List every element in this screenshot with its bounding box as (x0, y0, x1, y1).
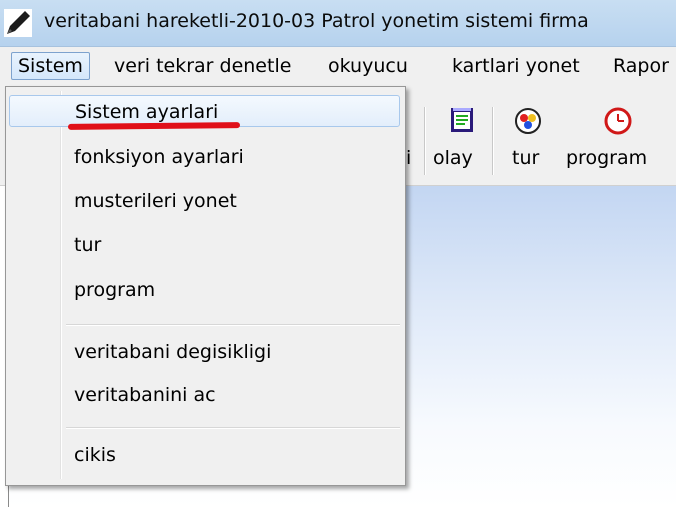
menu-kartlari-yonet[interactable]: kartlari yonet (446, 53, 586, 79)
menu-item-label: veritabanini ac (74, 384, 216, 406)
toolbar-separator (492, 107, 494, 175)
menu-rapor[interactable]: Rapor (607, 53, 675, 79)
toolbar-label-partial[interactable]: i (406, 147, 411, 169)
menu-separator (66, 324, 400, 326)
tur-button[interactable] (505, 107, 545, 140)
menu-item-label: cikis (74, 444, 116, 466)
notepad-icon (450, 108, 473, 132)
olay-button[interactable] (433, 107, 479, 138)
menu-bar: Sistem veri tekrar denetle okuyucu kartl… (0, 47, 676, 85)
menu-okuyucu[interactable]: okuyucu (322, 53, 414, 79)
menu-item-fonksiyon-ayarlari[interactable]: fonksiyon ayarlari (9, 141, 400, 173)
menu-item-musterileri-yonet[interactable]: musterileri yonet (9, 185, 400, 217)
menu-separator (66, 427, 400, 429)
sistem-dropdown-menu: Sistem ayarlari fonksiyon ayarlari muste… (5, 86, 406, 486)
clock-icon (604, 107, 631, 135)
toolbar-separator (424, 107, 426, 175)
menu-item-tur[interactable]: tur (9, 229, 400, 261)
title-bar: veritabani hareketli-2010-03 Patrol yone… (0, 0, 676, 47)
menu-veri-tekrar-denetle[interactable]: veri tekrar denetle (108, 53, 297, 79)
menu-sistem[interactable]: Sistem (11, 52, 90, 80)
window-title: veritabani hareketli-2010-03 Patrol yone… (44, 10, 589, 32)
tur-label[interactable]: tur (512, 147, 539, 169)
pen-icon (4, 9, 32, 37)
program-label[interactable]: program (566, 147, 647, 169)
olay-label[interactable]: olay (433, 147, 473, 169)
program-button[interactable] (587, 107, 637, 140)
tour-icon (515, 108, 541, 134)
menu-item-label: tur (74, 234, 102, 256)
menu-item-label: veritabani degisikligi (74, 341, 272, 363)
menu-item-veritabani-degisikligi[interactable]: veritabani degisikligi (9, 336, 400, 368)
menu-item-veritabanini-ac[interactable]: veritabanini ac (9, 379, 400, 411)
menu-item-program[interactable]: program (9, 274, 400, 306)
menu-item-label: fonksiyon ayarlari (74, 146, 244, 168)
menu-item-cikis[interactable]: cikis (9, 439, 400, 471)
menu-item-label: program (74, 279, 156, 301)
menu-item-label: musterileri yonet (74, 190, 237, 212)
